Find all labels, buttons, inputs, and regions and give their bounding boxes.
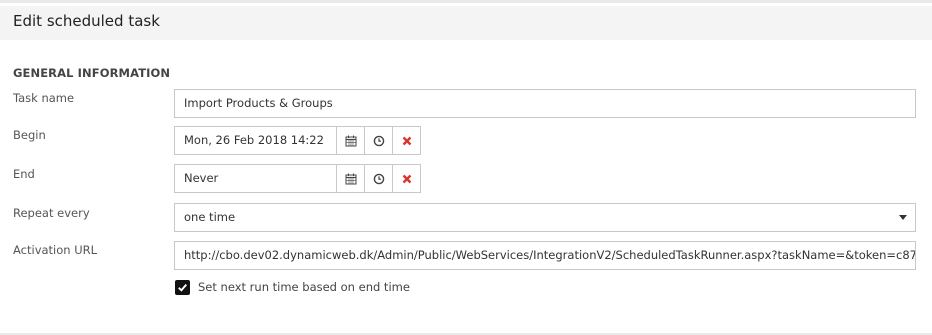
section-title: GENERAL INFORMATION [13,66,171,80]
end-clear-button[interactable] [393,164,421,193]
task-name-input[interactable]: Import Products & Groups [174,89,916,118]
end-time-button[interactable] [365,164,393,193]
end-date-input[interactable]: Never [174,164,337,193]
end-label: End [13,167,35,181]
begin-clear-button[interactable] [393,126,421,155]
clock-icon [373,173,384,184]
clear-x-icon [402,174,411,183]
repeat-select-value: one time [184,210,236,224]
end-calendar-button[interactable] [337,164,365,193]
begin-date-input[interactable]: Mon, 26 Feb 2018 14:22 [174,126,337,155]
clear-x-icon [402,136,411,145]
panel-header: Edit scheduled task [0,6,932,40]
repeat-label: Repeat every [13,206,90,220]
begin-label: Begin [13,128,46,142]
task-name-label: Task name [13,91,75,105]
repeat-select[interactable]: one time [174,203,916,232]
clock-icon [373,135,384,146]
activation-url-label: Activation URL [13,243,98,257]
end-time-checkbox-label[interactable]: Set next run time based on end time [198,280,410,294]
caret-down-icon [899,215,907,220]
page-title: Edit scheduled task [13,12,160,30]
calendar-icon [345,135,356,146]
checkmark-icon [178,283,188,292]
calendar-icon [345,173,356,184]
end-time-checkbox[interactable] [175,280,190,295]
edit-task-panel: Edit scheduled task GENERAL INFORMATION … [0,0,932,335]
begin-calendar-button[interactable] [337,126,365,155]
activation-url-input[interactable]: http://cbo.dev02.dynamicweb.dk/Admin/Pub… [174,241,916,270]
begin-time-button[interactable] [365,126,393,155]
